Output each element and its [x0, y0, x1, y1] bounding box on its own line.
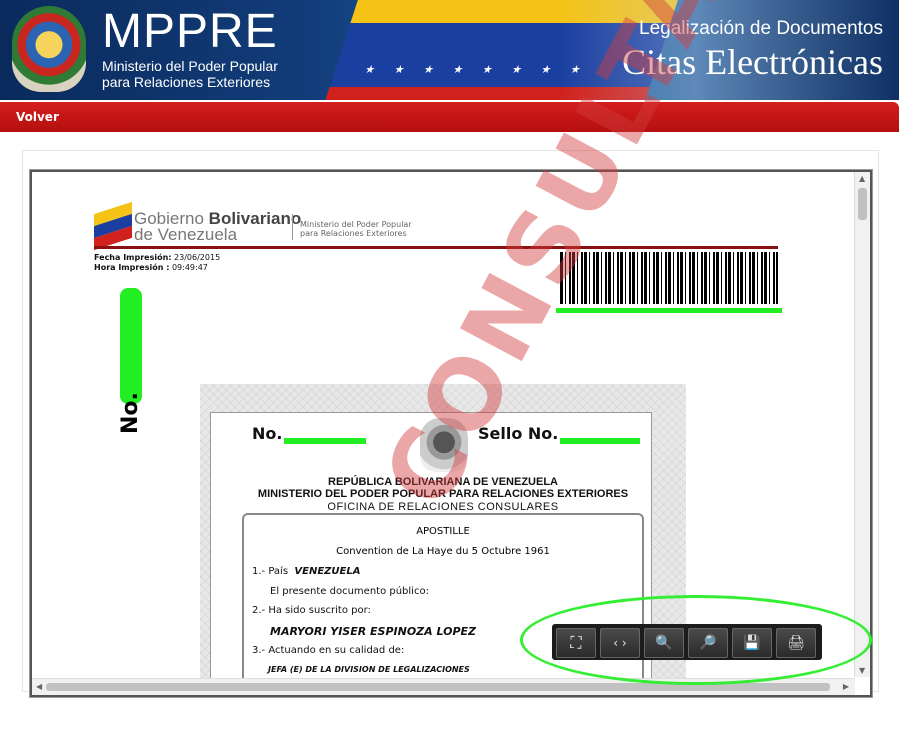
national-crest-icon: [420, 418, 468, 472]
vertical-number-label: No.: [118, 392, 143, 434]
scroll-left-icon[interactable]: ◀: [36, 682, 42, 691]
fit-width-icon: ‹ ›: [613, 636, 627, 650]
print-button[interactable]: 🖨: [776, 628, 816, 658]
coat-of-arms-logo: [12, 6, 86, 92]
barcode: [560, 252, 778, 304]
header-title-line1: Legalización de Documentos: [639, 18, 883, 39]
zoom-out-button[interactable]: 🔍: [644, 628, 684, 658]
fit-page-button[interactable]: ⛶: [556, 628, 596, 658]
fit-width-button[interactable]: ‹ ›: [600, 628, 640, 658]
zoom-in-button[interactable]: 🔎: [688, 628, 728, 658]
horizontal-scrollbar[interactable]: ◀ ▶: [32, 678, 855, 695]
vertical-scrollbar[interactable]: ▲ ▼: [854, 172, 870, 677]
zoom-in-icon: 🔎: [699, 635, 717, 651]
scroll-right-icon[interactable]: ▶: [843, 682, 849, 691]
redaction-mark: [556, 308, 782, 313]
redaction-mark: [560, 438, 640, 444]
volver-link[interactable]: Volver: [16, 110, 59, 124]
header-title-line2: Citas Electrónicas: [622, 42, 883, 82]
redaction-mark: [120, 288, 142, 404]
brand-subtitle-2: para Relaciones Exteriores: [102, 74, 271, 90]
sello-label: Sello No.: [478, 424, 559, 443]
fit-page-icon: ⛶: [570, 633, 582, 652]
header-divider: [94, 246, 778, 249]
site-header: ★ ★ ★ ★ ★ ★ ★ ★ MPPRE Ministerio del Pod…: [0, 0, 899, 100]
save-icon: 💾: [743, 635, 761, 651]
print-metadata: Fecha Impresión: 23/06/2015 Hora Impresi…: [94, 253, 221, 272]
ministry-label: Ministerio del Poder Popular para Relaci…: [300, 220, 412, 238]
scroll-up-icon[interactable]: ▲: [859, 174, 865, 183]
horizontal-scroll-thumb[interactable]: [46, 683, 830, 691]
redaction-mark: [284, 438, 366, 444]
viewer-toolbar: ⛶ ‹ › 🔍 🔎 💾 🖨: [552, 624, 822, 660]
vertical-scroll-thumb[interactable]: [858, 188, 867, 220]
apostille-number-label: No.: [252, 424, 283, 443]
nav-bar: Volver: [0, 102, 899, 132]
save-button[interactable]: 💾: [732, 628, 772, 658]
header-title: Legalización de Documentos Citas Electró…: [622, 16, 883, 82]
brand-subtitle-1: Ministerio del Poder Popular: [102, 58, 278, 74]
document-viewer[interactable]: Gobierno Bolivariano de Venezuela Minist…: [30, 0, 872, 697]
venezuela-flag-icon: [94, 201, 132, 251]
print-icon: 🖨: [787, 635, 805, 651]
zoom-out-icon: 🔍: [655, 635, 673, 651]
brand-block: MPPRE Ministerio del Poder Popular para …: [102, 5, 278, 91]
apostille-title: APOSTILLE: [416, 526, 470, 537]
scroll-down-icon[interactable]: ▼: [859, 666, 865, 675]
brand-title: MPPRE: [102, 5, 278, 58]
